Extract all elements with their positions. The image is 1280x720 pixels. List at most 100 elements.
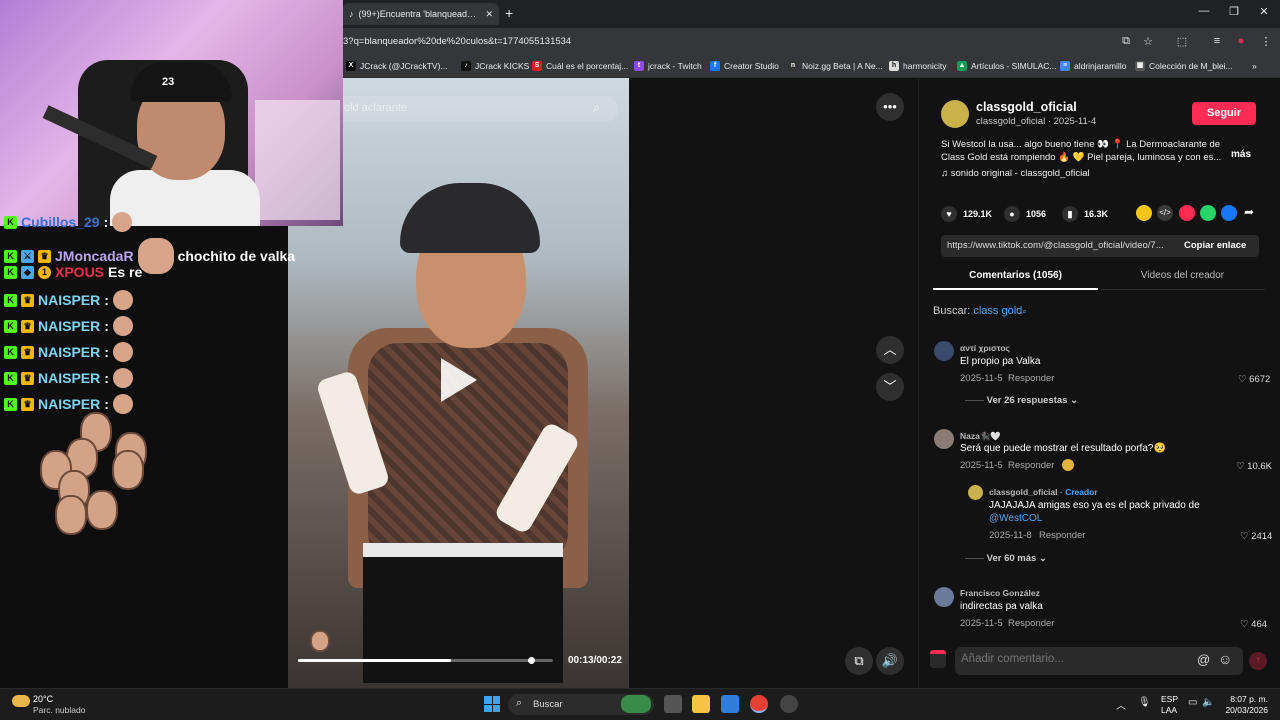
windows-start-icon[interactable] <box>484 696 500 712</box>
comment-search-suggestion[interactable]: Buscar: class gold⌕ <box>933 305 1027 317</box>
creator-username[interactable]: classgold_oficial <box>976 100 1077 114</box>
more-bookmarks-icon[interactable]: » <box>1252 61 1257 71</box>
comment-text: El propio pa Valka <box>960 356 1041 367</box>
like-button[interactable]: ♥ 129.1K <box>941 206 992 222</box>
send-comment-button[interactable]: ↑ <box>1249 652 1267 670</box>
bookmark-5[interactable]: n Noiz.gg Beta | A Ne... <box>788 61 883 71</box>
menu-icon[interactable]: ⋮ <box>1258 35 1274 48</box>
comment-avatar[interactable] <box>934 587 954 607</box>
tray-expand-icon[interactable]: ︿ <box>1116 697 1126 712</box>
bookmark-star-icon[interactable]: ☆ <box>1140 35 1156 48</box>
emote-cluster-face <box>86 490 118 530</box>
mention-link[interactable]: @WestCOL <box>989 513 1042 524</box>
copy-link-button[interactable]: Copiar enlace <box>1184 240 1246 251</box>
bookmark-4[interactable]: f Creator Studio <box>710 61 779 71</box>
reply-button[interactable]: Responder <box>1008 460 1054 471</box>
share-arrow-icon[interactable]: ➦ <box>1244 205 1254 219</box>
search-prefix: Buscar: <box>933 305 971 317</box>
tab-creator-videos[interactable]: Videos del creador <box>1100 270 1265 290</box>
coin-share-icon[interactable] <box>1136 205 1152 221</box>
emoji-icon[interactable]: ☺ <box>1218 651 1232 667</box>
comment-like[interactable]: ♡ 2414 <box>1240 531 1272 542</box>
weather-cloud-icon[interactable] <box>12 695 30 707</box>
file-explorer-icon[interactable] <box>692 695 710 713</box>
mail-icon[interactable] <box>721 695 739 713</box>
microphone-icon[interactable]: 🎙 <box>1138 697 1151 708</box>
comment-button[interactable]: ● 1056 <box>1004 206 1046 222</box>
widgets-icon[interactable] <box>621 695 651 713</box>
next-video-icon[interactable]: ﹀ <box>876 373 904 401</box>
close-tab-icon[interactable]: ✕ <box>485 9 493 20</box>
follow-button[interactable]: Seguir <box>1192 102 1256 125</box>
comment-like[interactable]: ♡ 6672 <box>1238 374 1270 385</box>
creator-avatar[interactable] <box>941 100 969 128</box>
bookmark-2[interactable]: S Cuál es el porcentaj... <box>532 61 628 71</box>
reply-button[interactable]: Responder <box>1039 530 1085 541</box>
new-tab-button[interactable]: + <box>505 5 513 21</box>
reply-button[interactable]: Responder <box>1008 618 1054 629</box>
network-icon[interactable]: ▭ <box>1188 697 1197 708</box>
save-button[interactable]: ▮ 16.3K <box>1062 206 1108 222</box>
comment-author[interactable]: Francisco González <box>960 588 1040 598</box>
chat-message: K ♛ NAISPER : <box>4 342 133 362</box>
chat-message: K ♛ NAISPER : <box>4 316 133 336</box>
whatsapp-icon[interactable] <box>1200 205 1216 221</box>
comment-author[interactable]: Naza🐈‍⬛🤍 <box>960 431 1001 442</box>
sound-link[interactable]: ♫ sonido original - classgold_oficial <box>941 168 1090 179</box>
weather-temp[interactable]: 20°C <box>33 694 53 704</box>
profile-icon[interactable]: ● <box>1233 35 1249 47</box>
comment-input[interactable] <box>961 653 1181 665</box>
facebook-share-icon[interactable] <box>1221 205 1237 221</box>
more-description-link[interactable]: más <box>1231 149 1251 160</box>
bookmark-6[interactable]: h harmonicity <box>889 61 946 71</box>
search-icon[interactable]: ⌕ <box>593 100 600 116</box>
send-share-icon[interactable] <box>1179 205 1195 221</box>
tab-comments[interactable]: Comentarios (1056) <box>933 270 1098 290</box>
search-icon: ⌕ <box>516 697 523 709</box>
volume-icon[interactable]: 🔊 <box>876 647 904 675</box>
bookmark-7[interactable]: ▲ Artículos - SIMULAC... <box>957 61 1057 71</box>
comment-date: 2025-11-5 <box>960 618 1003 629</box>
reply-avatar[interactable] <box>968 485 983 500</box>
video-link[interactable]: https://www.tiktok.com/@classgold_oficia… <box>947 240 1172 251</box>
embed-icon[interactable]: </> <box>1157 205 1173 221</box>
view-replies-button[interactable]: —— Ver 26 respuestas ⌄ <box>965 395 1078 406</box>
mention-icon[interactable]: @ <box>1197 652 1210 667</box>
minimize-button[interactable]: — <box>1196 5 1212 17</box>
restore-button[interactable]: ❐ <box>1226 5 1242 18</box>
view-more-replies-button[interactable]: —— Ver 60 más ⌄ <box>965 553 1047 564</box>
extensions-icon[interactable]: ⬚ <box>1174 35 1190 48</box>
drive-icon: ▲ <box>957 61 967 71</box>
task-view-icon[interactable] <box>664 695 682 713</box>
chrome-icon[interactable] <box>750 695 768 713</box>
reply-button[interactable]: Responder <box>1008 373 1054 384</box>
volume-icon[interactable]: 🔈 <box>1202 697 1214 708</box>
video-search-text: old aclarante <box>344 102 407 114</box>
browser-tab[interactable]: ♪ (99+)Encuentra 'blanqueador d ✕ <box>343 3 499 25</box>
play-icon[interactable] <box>441 358 477 402</box>
bookmark-8[interactable]: ≡ aldrinjaramillo <box>1060 61 1126 71</box>
bookmark-3[interactable]: t jcrack - Twitch <box>634 61 702 71</box>
reply-author[interactable]: classgold_oficial · Creador <box>989 487 1098 497</box>
comment-like[interactable]: ♡ 10.6K <box>1236 461 1272 472</box>
clock-time[interactable]: 8:07 p. m. <box>1228 694 1268 704</box>
more-options-icon[interactable]: ••• <box>876 93 904 121</box>
comment-avatar[interactable] <box>934 341 954 361</box>
user-avatar[interactable] <box>930 650 946 668</box>
floating-player-icon[interactable]: ⧉ <box>845 647 873 675</box>
language-indicator[interactable]: ESP <box>1161 694 1178 704</box>
bookmark-0[interactable]: X JCrack (@JCrackTV)... <box>346 61 448 71</box>
previous-video-icon[interactable]: ︿ <box>876 336 904 364</box>
bookmark-1[interactable]: ♪ JCrack KICKS <box>461 61 529 71</box>
comment-author[interactable]: αντί χριστος <box>960 343 1010 353</box>
url-text[interactable]: 3?q=blanqueador%20de%20culos&t=177405513… <box>343 36 571 47</box>
media-icon[interactable]: ≡ <box>1209 35 1225 47</box>
app-icon[interactable] <box>780 695 798 713</box>
cast-icon[interactable]: ⧉ <box>1118 35 1134 48</box>
kick-badge-icon: K <box>4 397 17 411</box>
comment-like[interactable]: ♡ 464 <box>1240 619 1267 630</box>
comment-avatar[interactable] <box>934 429 954 449</box>
video-progress-handle[interactable] <box>528 657 535 664</box>
bookmark-9[interactable]: ▦ Colección de M_blei... <box>1135 61 1233 71</box>
close-window-button[interactable]: ✕ <box>1256 5 1272 18</box>
